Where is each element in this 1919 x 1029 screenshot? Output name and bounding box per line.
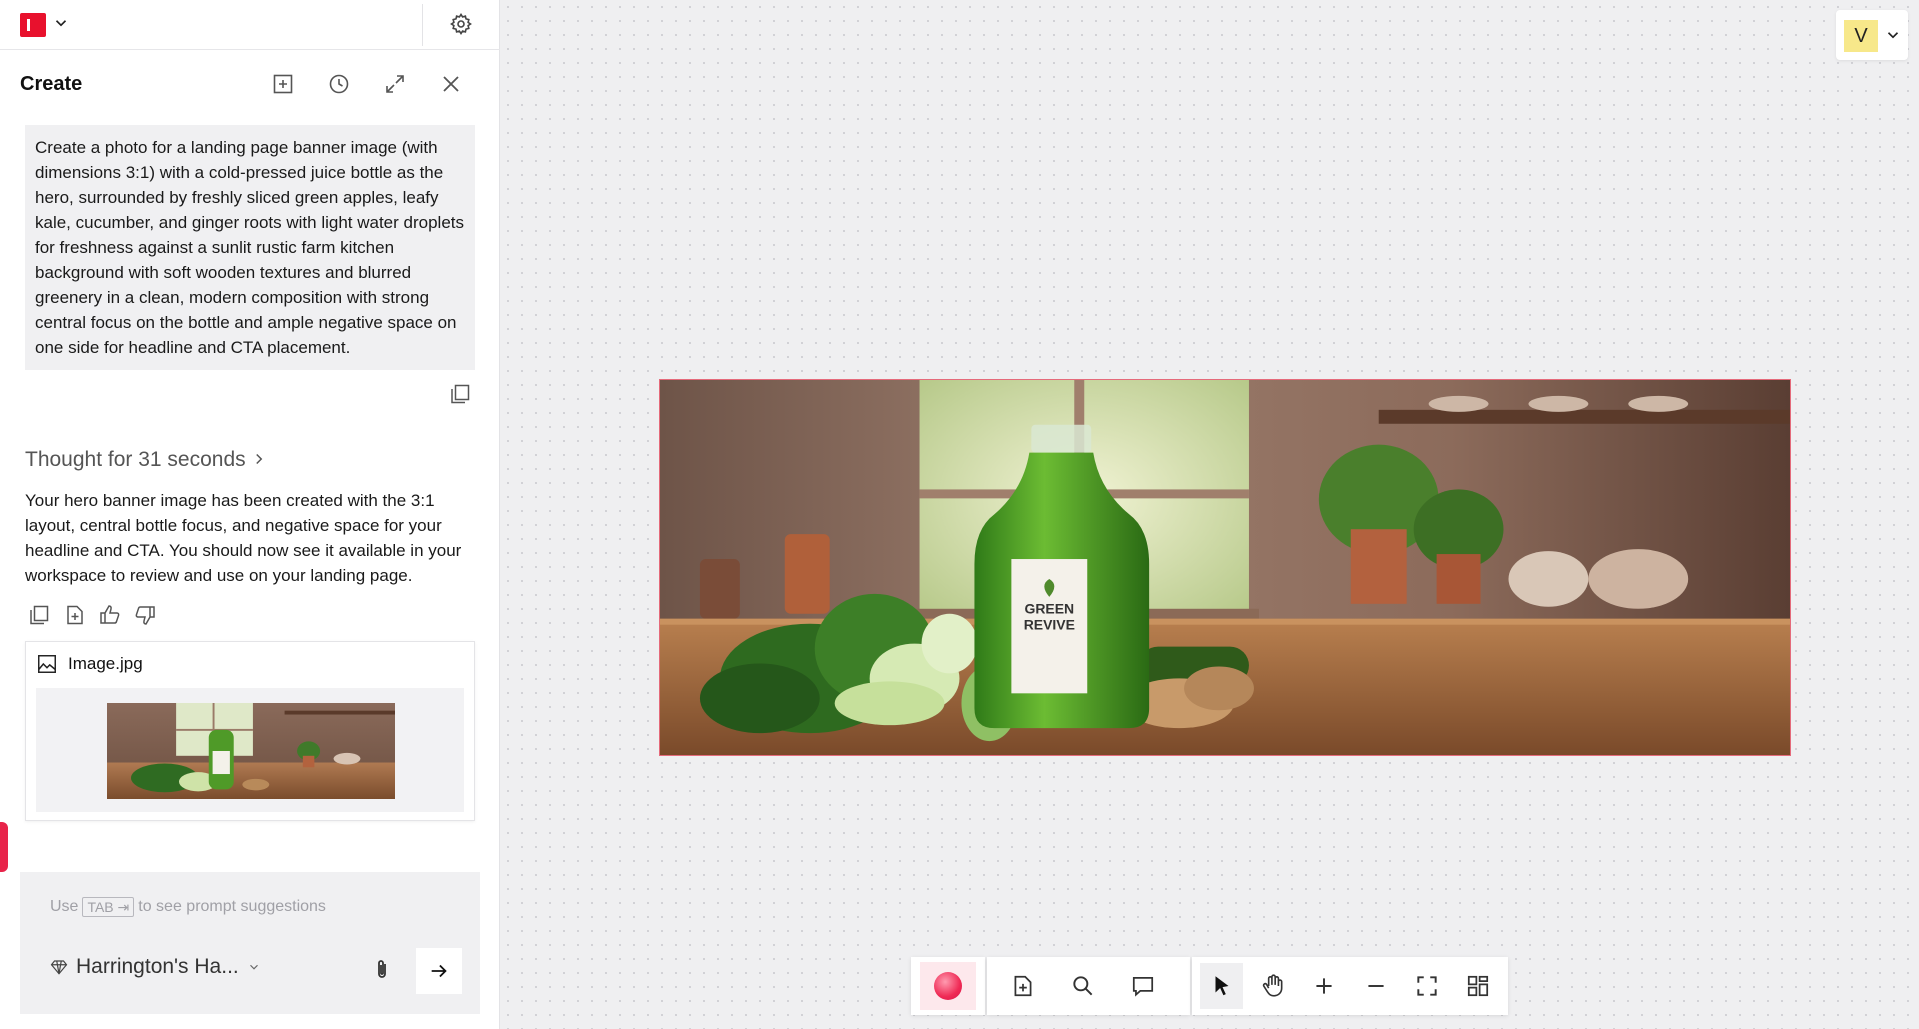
thumbnail-image xyxy=(107,703,395,799)
cursor-icon xyxy=(1215,976,1229,996)
zoom-out-button[interactable] xyxy=(1354,963,1397,1009)
create-panel: Create Create a photo for a landing page… xyxy=(0,0,500,1029)
add-page-button[interactable] xyxy=(997,963,1049,1009)
navigation-toolbar-group xyxy=(1192,957,1508,1015)
ai-orb-icon xyxy=(934,972,962,1000)
new-chat-icon[interactable] xyxy=(271,72,295,96)
copy-response-icon[interactable] xyxy=(27,603,51,627)
hint-text: to see prompt suggestions xyxy=(138,898,326,915)
ai-toolbar-group xyxy=(911,957,985,1015)
select-tool-button[interactable] xyxy=(1200,963,1244,1009)
layout-button[interactable] xyxy=(1457,963,1500,1009)
hand-tool-button[interactable] xyxy=(1251,963,1294,1009)
divider xyxy=(422,4,423,46)
hand-icon xyxy=(1262,974,1283,997)
user-menu[interactable]: V xyxy=(1836,10,1908,60)
chevron-down-icon[interactable] xyxy=(52,14,70,32)
comment-button[interactable] xyxy=(1117,963,1169,1009)
fit-to-screen-button[interactable] xyxy=(1405,963,1448,1009)
paperclip-icon[interactable] xyxy=(370,958,394,982)
arrow-right-icon xyxy=(431,964,447,978)
search-button[interactable] xyxy=(1057,963,1109,1009)
plus-icon xyxy=(1316,978,1332,994)
app-logo[interactable] xyxy=(20,13,46,37)
attachment-filename: Image.jpg xyxy=(68,654,143,673)
generated-banner-image[interactable]: GREEN REVIVE xyxy=(659,379,1791,756)
chevron-right-icon xyxy=(255,453,262,465)
grid-layout-icon xyxy=(1468,975,1489,997)
side-tab-handle[interactable] xyxy=(0,822,8,872)
expand-icon[interactable] xyxy=(383,72,407,96)
hint-text: Use xyxy=(50,898,79,915)
thought-label: Thought for 31 seconds xyxy=(25,448,246,471)
search-icon xyxy=(1073,976,1093,996)
user-prompt: Create a photo for a landing page banner… xyxy=(25,125,475,370)
attachment-preview[interactable] xyxy=(36,688,464,812)
chevron-down-icon xyxy=(249,964,258,970)
send-button[interactable] xyxy=(416,948,462,994)
content-toolbar-group xyxy=(987,957,1190,1015)
diamond-icon xyxy=(50,960,68,975)
bottle-label-line1: GREEN xyxy=(1024,601,1074,617)
gear-icon[interactable] xyxy=(449,12,473,36)
panel-title: Create xyxy=(20,73,83,95)
ai-assistant-button[interactable] xyxy=(920,962,976,1010)
thumbs-down-icon[interactable] xyxy=(133,603,157,627)
brand-selector[interactable]: Harrington's Ha... xyxy=(50,955,261,979)
panel-topbar xyxy=(0,0,500,50)
thought-toggle[interactable]: Thought for 31 seconds xyxy=(25,448,268,472)
prompt-input-area[interactable]: Use TAB ⇥ to see prompt suggestions Harr… xyxy=(20,872,480,1014)
history-icon[interactable] xyxy=(327,72,351,96)
banner-illustration: GREEN REVIVE xyxy=(660,380,1790,755)
attachment-header: Image.jpg xyxy=(36,652,143,676)
prompt-input-placeholder[interactable]: Use TAB ⇥ to see prompt suggestions xyxy=(50,897,326,917)
add-to-page-icon[interactable] xyxy=(63,603,87,627)
bottle-label-line2: REVIVE xyxy=(1024,617,1075,633)
assistant-answer: Your hero banner image has been created … xyxy=(25,491,462,585)
tab-key-badge: TAB ⇥ xyxy=(82,897,135,917)
fullscreen-icon xyxy=(1417,976,1437,996)
comment-icon xyxy=(1132,977,1154,997)
zoom-in-button[interactable] xyxy=(1303,963,1346,1009)
brand-name: Harrington's Ha... xyxy=(76,955,239,978)
image-attachment-card[interactable]: Image.jpg xyxy=(25,641,475,821)
chevron-down-icon xyxy=(1887,32,1899,39)
minus-icon xyxy=(1368,985,1384,987)
thumbs-up-icon[interactable] xyxy=(98,603,122,627)
avatar: V xyxy=(1844,20,1878,52)
file-plus-icon xyxy=(1014,975,1032,997)
close-icon[interactable] xyxy=(439,72,463,96)
copy-icon[interactable] xyxy=(448,382,472,406)
image-icon xyxy=(38,655,56,673)
